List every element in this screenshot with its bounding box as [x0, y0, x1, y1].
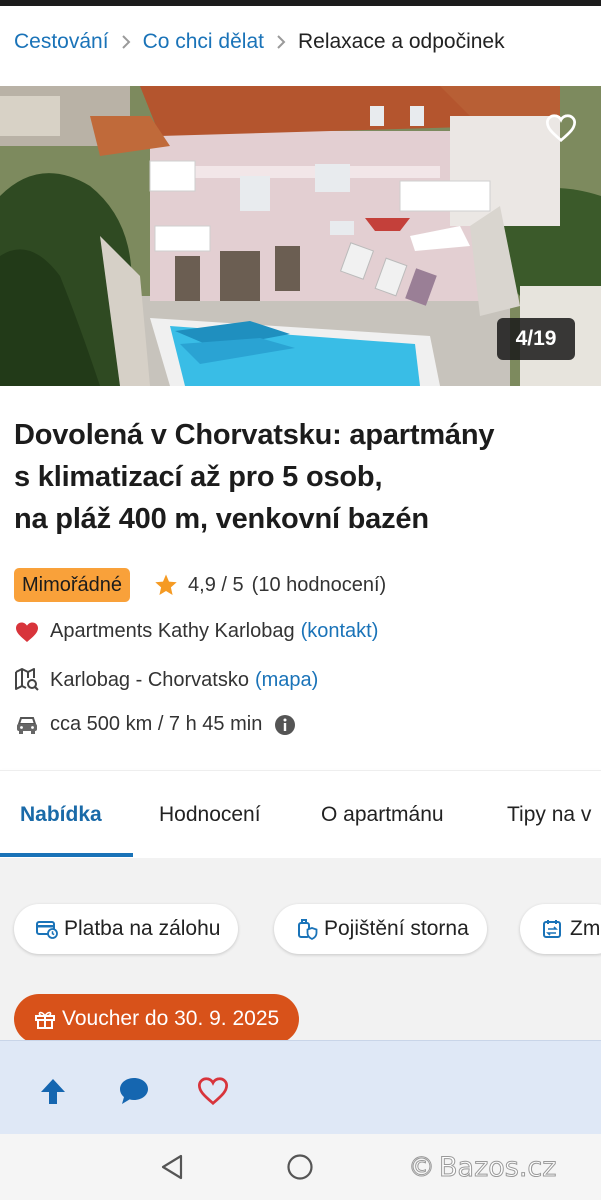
chip-label: Pojištění storna: [324, 917, 469, 940]
chip-change[interactable]: Zm: [520, 904, 601, 954]
active-tab-indicator: [0, 853, 133, 857]
provider-name: Apartments Kathy Karlobag: [50, 620, 295, 642]
tab-bar: Nabídka Hodnocení O apartmánu Tipy na v: [0, 770, 601, 858]
calendar-swap-icon: [542, 918, 564, 940]
home-circle-icon: [287, 1154, 313, 1180]
heart-outline-icon: [197, 1077, 229, 1106]
photo-counter: 4/19: [497, 318, 575, 360]
home-button[interactable]: [283, 1150, 317, 1184]
watermark: © Bazos.cz: [408, 1152, 557, 1184]
location-row: Karlobag - Chorvatsko (mapa): [14, 667, 318, 693]
rating-count[interactable]: (10 hodnocení): [252, 574, 387, 597]
arrow-up-icon: [41, 1079, 65, 1104]
breadcrumb-link-co-chci-delat[interactable]: Co chci dělat: [143, 30, 264, 54]
chat-bubble-icon: [120, 1078, 148, 1104]
chip-cancellation-insurance[interactable]: Pojištění storna: [274, 904, 487, 954]
voucher-badge[interactable]: Voucher do 30. 9. 2025: [14, 994, 300, 1044]
chevron-right-icon: [276, 34, 286, 50]
card-clock-icon: [36, 919, 58, 939]
chip-label: Zm: [570, 917, 601, 940]
distance-text: cca 500 km / 7 h 45 min: [50, 713, 263, 735]
title-line: na pláž 400 m, venkovní bazén: [14, 503, 429, 535]
heart-outline-icon: [545, 114, 577, 143]
watermark-text: Bazos.cz: [438, 1152, 557, 1184]
voucher-label: Voucher do 30. 9. 2025: [62, 1007, 280, 1030]
luggage-shield-icon: [296, 918, 318, 940]
tab-hodnoceni[interactable]: Hodnocení: [159, 803, 261, 827]
status-badge: Mimořádné: [14, 568, 131, 602]
title-line: s klimatizací až pro 5 osob,: [14, 461, 383, 493]
breadcrumb-current: Relaxace a odpočinek: [297, 30, 505, 53]
info-icon[interactable]: [274, 714, 296, 736]
chevron-right-icon: [121, 34, 131, 50]
chip-label: Platba na zálohu: [64, 917, 221, 940]
tab-o-apartmanu[interactable]: O apartmánu: [321, 803, 444, 827]
tab-nabidka[interactable]: Nabídka: [20, 803, 102, 827]
map-link[interactable]: (mapa): [255, 669, 318, 692]
rating-row: Mimořádné 4,9 / 5 (10 hodnocení): [14, 568, 386, 602]
back-button[interactable]: [155, 1150, 189, 1184]
gift-icon: [34, 1008, 56, 1030]
chat-button[interactable]: [114, 1071, 154, 1111]
favorite-bottom-button[interactable]: [193, 1071, 233, 1111]
star-icon: [154, 573, 178, 597]
title-line: Dovolená v Chorvatsku: apartmány: [14, 419, 495, 451]
status-bar: [0, 0, 601, 6]
bottom-action-bar: [0, 1040, 601, 1134]
chip-deposit-payment[interactable]: Platba na zálohu: [14, 904, 239, 954]
photo-gallery[interactable]: 4/19: [0, 86, 601, 386]
tab-tipy[interactable]: Tipy na v: [507, 803, 591, 827]
car-icon: [14, 714, 40, 736]
favorite-button[interactable]: [543, 110, 579, 146]
breadcrumb: Cestování Co chci dělat Relaxace a odpoč…: [14, 30, 594, 54]
rating-value: 4,9 / 5: [188, 573, 244, 596]
provider-row: Apartments Kathy Karlobag (kontakt): [14, 620, 378, 643]
watermark-symbol: ©: [408, 1152, 436, 1184]
heart-icon: [14, 621, 40, 643]
contact-link[interactable]: (kontakt): [301, 620, 379, 643]
distance-row: cca 500 km / 7 h 45 min: [14, 713, 296, 736]
listing-title: Dovolená v Chorvatsku: apartmány s klima…: [14, 414, 589, 540]
breadcrumb-link-cestovani[interactable]: Cestování: [14, 30, 109, 54]
map-search-icon: [14, 667, 40, 693]
back-triangle-icon: [161, 1154, 183, 1180]
location-text: Karlobag - Chorvatsko: [50, 668, 249, 691]
scroll-top-button[interactable]: [33, 1071, 73, 1111]
